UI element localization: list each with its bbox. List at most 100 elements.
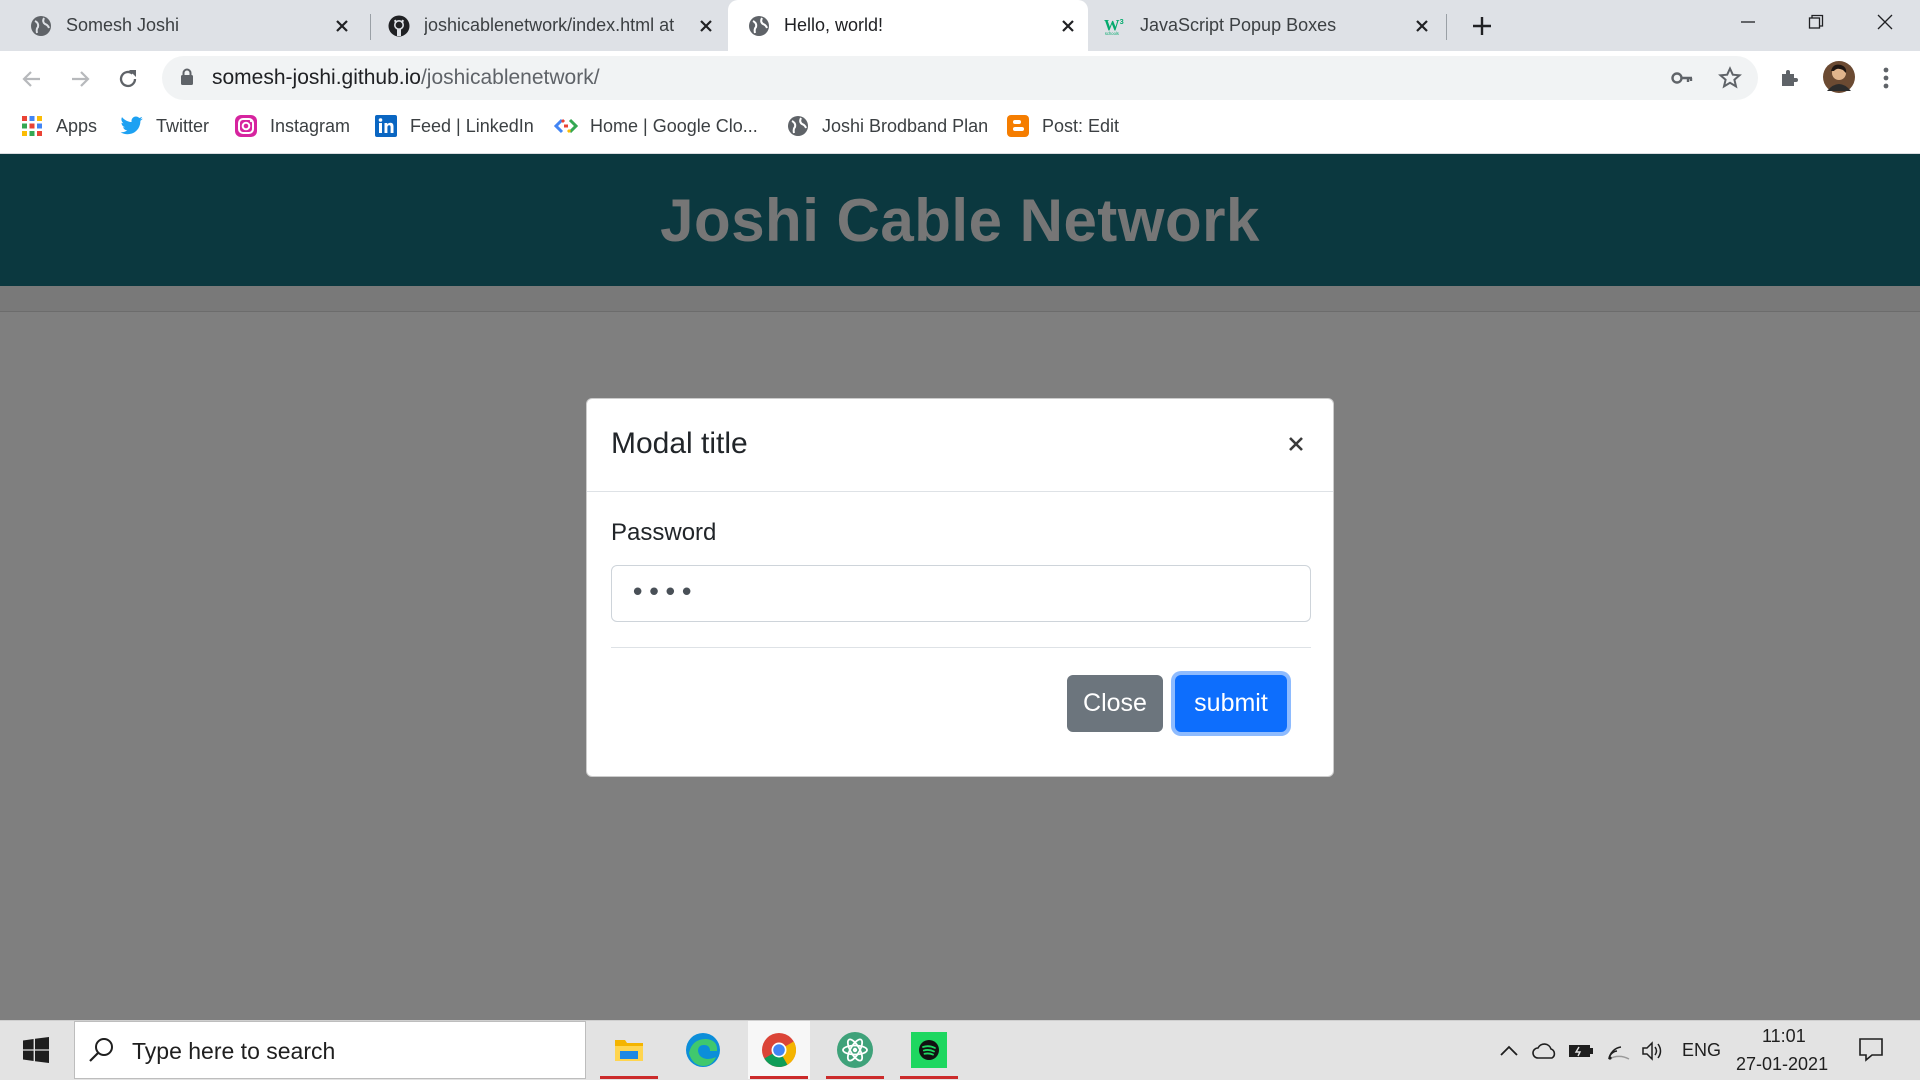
taskbar-chrome[interactable] <box>748 1021 810 1079</box>
taskbar-edge[interactable] <box>672 1021 734 1079</box>
bookmark-linkedin[interactable]: Feed | LinkedIn <box>374 112 534 140</box>
clock-date[interactable]: 27-01-2021 <box>1736 1054 1828 1075</box>
bookmark-label: Instagram <box>270 115 351 136</box>
profile-avatar[interactable] <box>1822 60 1856 94</box>
tab-divider <box>1446 14 1447 40</box>
restore-button[interactable] <box>1781 0 1851 44</box>
clock-time[interactable]: 11:01 <box>1762 1026 1806 1047</box>
battery-icon[interactable] <box>1566 1036 1596 1066</box>
atom-icon <box>837 1032 873 1068</box>
running-indicator <box>900 1076 958 1079</box>
url-path: /joshicablenetwork/ <box>420 66 600 89</box>
bookmark-star-icon[interactable] <box>1716 64 1744 92</box>
arrow-right-icon <box>72 71 90 87</box>
modal-divider <box>611 647 1311 648</box>
volume-icon[interactable] <box>1638 1036 1668 1066</box>
bookmark-label: Apps <box>56 115 98 136</box>
close-tab-icon[interactable] <box>694 14 718 38</box>
bookmark-label: Joshi Brodband Plan <box>822 115 989 136</box>
action-center-icon <box>1859 1038 1883 1062</box>
forward-button[interactable] <box>62 61 98 97</box>
taskbar-spotify[interactable] <box>898 1021 960 1079</box>
bookmark-apps[interactable]: Apps <box>20 112 97 140</box>
bookmark-label: Home | Google Clo... <box>590 115 758 136</box>
input-language[interactable]: ENG <box>1682 1040 1721 1061</box>
modal-close-button[interactable] <box>1281 429 1311 459</box>
back-button[interactable] <box>14 61 50 97</box>
close-icon <box>1289 437 1303 451</box>
search-placeholder: Type here to search <box>132 1038 336 1064</box>
tab-title: Hello, world! <box>784 15 884 35</box>
tab-javascript-popup-boxes[interactable]: W 3 schools JavaScript Popup Boxes <box>1090 0 1442 51</box>
start-button[interactable] <box>0 1020 72 1080</box>
wifi-icon[interactable] <box>1604 1036 1634 1066</box>
tab-github-index[interactable]: joshicablenetwork/index.html at <box>370 0 726 51</box>
minimize-button[interactable] <box>1713 0 1783 44</box>
edge-icon <box>686 1033 720 1067</box>
globe-icon <box>31 15 51 36</box>
notifications-button[interactable] <box>1856 1034 1886 1064</box>
reload-button[interactable] <box>110 61 146 97</box>
tab-title: joshicablenetwork/index.html at <box>424 15 675 35</box>
reload-icon <box>119 70 137 88</box>
bookmark-label: Twitter <box>156 115 210 136</box>
tab-title: Somesh Joshi <box>66 15 180 35</box>
apps-grid-icon <box>20 114 44 138</box>
close-tab-icon[interactable] <box>1410 14 1434 38</box>
tab-somesh-joshi[interactable]: Somesh Joshi <box>0 0 362 51</box>
blogger-icon <box>1006 114 1030 138</box>
chrome-icon <box>762 1033 796 1067</box>
modal-title: Modal title <box>611 427 748 460</box>
running-indicator <box>750 1076 808 1079</box>
restore-icon <box>1808 14 1824 29</box>
twitter-icon <box>120 114 144 138</box>
close-tab-icon[interactable] <box>330 14 354 38</box>
close-button[interactable]: Close <box>1067 675 1163 732</box>
bookmark-label: Post: Edit <box>1042 115 1120 136</box>
bookmark-instagram[interactable]: Instagram <box>234 112 350 140</box>
minimize-icon <box>1741 21 1755 23</box>
password-input[interactable]: •••• <box>611 565 1311 622</box>
running-indicator <box>826 1076 884 1079</box>
bookmark-label: Feed | LinkedIn <box>410 115 534 136</box>
tab-title: JavaScript Popup Boxes <box>1140 15 1337 35</box>
submit-button[interactable]: submit <box>1175 675 1287 732</box>
close-icon <box>1877 14 1893 30</box>
bookmark-joshi-brodband-plan[interactable]: Joshi Brodband Plan <box>786 112 988 140</box>
lock-icon[interactable] <box>180 68 194 86</box>
menu-dots-icon[interactable] <box>1872 64 1900 92</box>
windows-logo-icon <box>23 1037 49 1063</box>
password-modal: Modal title Password •••• Close submit <box>586 398 1334 777</box>
file-explorer-icon <box>615 1040 643 1061</box>
close-window-button[interactable] <box>1850 0 1920 44</box>
github-icon <box>388 15 410 36</box>
plus-icon <box>1473 17 1491 35</box>
google-cloud-icon <box>554 114 578 138</box>
instagram-icon <box>234 114 258 138</box>
svg-text:schools: schools <box>1105 31 1119 36</box>
taskbar-atom[interactable] <box>824 1021 886 1079</box>
tab-hello-world[interactable]: Hello, world! <box>728 0 1088 51</box>
linkedin-icon <box>374 114 398 138</box>
show-hidden-icons-button[interactable] <box>1494 1036 1524 1066</box>
password-label: Password <box>611 519 717 546</box>
spotify-icon <box>911 1032 947 1068</box>
extensions-puzzle-icon[interactable] <box>1776 64 1804 92</box>
search-icon <box>89 1038 113 1062</box>
chevron-up-icon <box>1500 1045 1518 1056</box>
taskbar-file-explorer[interactable] <box>598 1021 660 1079</box>
close-tab-icon[interactable] <box>1056 14 1080 38</box>
onedrive-icon[interactable] <box>1530 1036 1560 1066</box>
bookmark-google-cloud[interactable]: Home | Google Clo... <box>554 112 758 140</box>
url-text[interactable]: somesh-joshi.github.io/joshicablenetwork… <box>212 63 600 93</box>
globe-icon <box>786 114 810 138</box>
svg-text:3: 3 <box>1120 17 1124 26</box>
new-tab-button[interactable] <box>1468 12 1496 40</box>
password-key-icon[interactable] <box>1668 64 1696 92</box>
modal-header: Modal title <box>587 399 1333 492</box>
url-host: somesh-joshi.github.io <box>212 66 421 89</box>
globe-icon <box>749 15 769 36</box>
bookmark-twitter[interactable]: Twitter <box>120 112 209 140</box>
web-page: Joshi Cable Network Modal title Password… <box>0 154 1920 1020</box>
bookmark-post-edit[interactable]: Post: Edit <box>1006 112 1119 140</box>
